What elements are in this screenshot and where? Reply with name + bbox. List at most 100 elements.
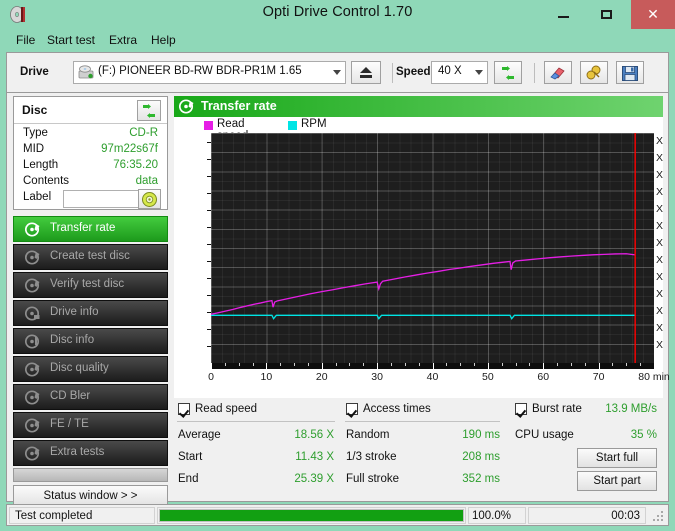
chart-x-tick [612, 363, 613, 366]
chart-series-svg [211, 133, 654, 363]
sidebar-item-label: Extra tests [50, 446, 104, 458]
disc-key: Type [23, 127, 48, 139]
disc-test-icon [25, 362, 40, 377]
disc-refresh-button[interactable] [137, 100, 161, 121]
read-speed-divider [177, 421, 335, 422]
sidebar-item-transfer-rate[interactable]: Transfer rate [13, 216, 168, 242]
cpu-usage-value: 35 % [572, 429, 657, 441]
chevron-down-icon [475, 70, 483, 75]
cpu-usage-key: CPU usage [515, 429, 574, 441]
eject-button[interactable] [351, 61, 381, 84]
disc-label-input[interactable] [63, 190, 146, 208]
chart-x-tick [446, 363, 447, 366]
stat-value: 11.43 X [254, 451, 334, 463]
sidebar-item-cd-bler[interactable]: CD Bler [13, 384, 168, 410]
start-full-button[interactable]: Start full [577, 448, 657, 468]
chart-x-axis-bar [211, 363, 654, 369]
chart-x-tick [516, 363, 517, 366]
sidebar-item-disc-quality[interactable]: Disc quality [13, 356, 168, 382]
resize-grip[interactable] [653, 511, 664, 522]
speed-value: 40 X [438, 65, 462, 77]
menu-item-start-test[interactable]: Start test [42, 32, 100, 49]
close-icon: ✕ [631, 0, 675, 29]
disc-row-type: Type CD-R [14, 127, 167, 144]
start-part-button[interactable]: Start part [577, 471, 657, 491]
chart-x-tick-label: 50 [458, 371, 518, 383]
toolbar-divider-1 [392, 63, 393, 83]
sidebar-item-label: Disc quality [50, 362, 109, 374]
menu-item-help[interactable]: Help [146, 32, 181, 49]
menu-item-extra[interactable]: Extra [104, 32, 142, 49]
chart-x-tick [253, 363, 254, 366]
disc-key: MID [23, 143, 44, 155]
chart-x-tick [349, 363, 350, 366]
menu-item-file[interactable]: File [11, 32, 40, 49]
maximize-icon [601, 10, 612, 19]
status-message: Test completed [15, 510, 92, 522]
chart-x-tick [626, 363, 627, 366]
disc-test-icon [25, 278, 40, 293]
disc-test-icon [25, 446, 40, 461]
sidebar-item-drive-info[interactable]: Drive info [13, 300, 168, 326]
sidebar-item-create-test-disc[interactable]: Create test disc [13, 244, 168, 270]
chart-x-tick [433, 363, 434, 369]
access-times-title: Access times [363, 403, 431, 415]
chart-x-tick [211, 363, 212, 369]
stat-value: 208 ms [420, 451, 500, 463]
sidebar-item-disc-info[interactable]: Disc info [13, 328, 168, 354]
transfer-rate-chart-panel: Transfer rate Read speed RPM 4 X8 X12 X1… [174, 96, 663, 398]
disc-info-header: Disc [14, 97, 167, 124]
read-speed-checkbox[interactable] [178, 403, 190, 415]
status-elapsed-cell: 00:03 [528, 507, 646, 524]
speed-select[interactable]: 40 X [431, 61, 488, 84]
chart-x-tick [280, 363, 281, 366]
erase-button[interactable] [544, 61, 572, 84]
stat-value: 352 ms [420, 473, 500, 485]
disc-label-button[interactable] [138, 189, 161, 209]
disc-info-icon [25, 306, 40, 321]
chart-x-tick-label: 80 min [624, 371, 675, 383]
chart-x-tick [557, 363, 558, 366]
menu-bar: File Start test Extra Help [0, 29, 675, 52]
chart-x-tick-label: 30 [347, 371, 407, 383]
title-bar: Opti Drive Control 1.70 ✕ [0, 0, 675, 29]
burst-rate-checkbox[interactable] [515, 403, 527, 415]
read-speed-title: Read speed [195, 403, 257, 415]
eject-icon [360, 67, 372, 78]
disc-icon [142, 192, 157, 210]
save-button[interactable] [616, 61, 644, 84]
chart-title: Transfer rate [201, 99, 277, 113]
chart-x-tick [225, 363, 226, 366]
chart-x-tick [543, 363, 544, 369]
sidebar-item-fe-te[interactable]: FE / TE [13, 412, 168, 438]
disc-key: Length [23, 159, 58, 171]
access-times-checkbox[interactable] [346, 403, 358, 415]
chart-x-tick [266, 363, 267, 369]
app-window: Opti Drive Control 1.70 ✕ File Start tes… [0, 0, 675, 531]
chart-x-tick [571, 363, 572, 366]
drive-value: (F:) PIONEER BD-RW BDR-PR1M 1.65 [98, 65, 302, 77]
progress-bar-fill [160, 510, 463, 521]
chevron-down-icon [333, 70, 341, 75]
chart-x-axis-labels: 01020304050607080 min [174, 371, 663, 385]
chart-plot-area [211, 133, 654, 363]
minimize-button[interactable] [541, 0, 585, 29]
chart-x-tick [239, 363, 240, 366]
sidebar-item-verify-test-disc[interactable]: Verify test disc [13, 272, 168, 298]
sidebar-item-extra-tests[interactable]: Extra tests [13, 440, 168, 466]
refresh-button[interactable] [494, 61, 522, 84]
toolbar-divider-2 [534, 63, 535, 83]
bookmark-button[interactable] [580, 61, 608, 84]
chart-x-tick-label: 20 [292, 371, 352, 383]
maximize-button[interactable] [585, 0, 629, 29]
disc-test-icon [179, 99, 194, 114]
stat-key: Full stroke [346, 473, 399, 485]
disc-test-icon [25, 418, 40, 433]
drive-select[interactable]: (F:) PIONEER BD-RW BDR-PR1M 1.65 [73, 61, 346, 84]
chart-x-tick [377, 363, 378, 369]
close-button[interactable]: ✕ [631, 0, 675, 29]
chart-x-tick [336, 363, 337, 366]
chart-x-tick-label: 0 [181, 371, 241, 383]
stat-value: 18.56 X [254, 429, 334, 441]
chart-x-tick [474, 363, 475, 366]
